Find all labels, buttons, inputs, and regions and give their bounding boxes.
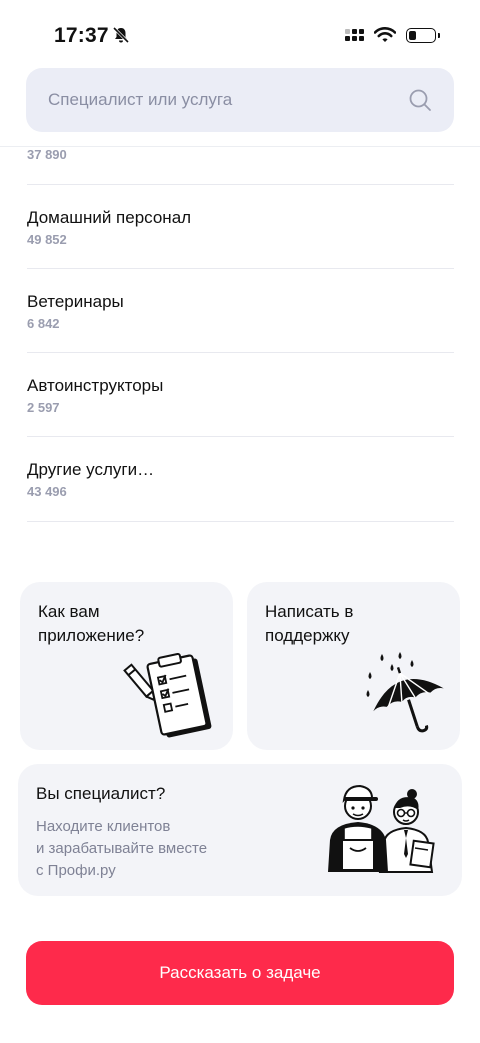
status-bar: 17:37	[0, 0, 480, 70]
support-card-title: Написать в поддержку	[265, 602, 354, 645]
category-count: 6 842	[27, 316, 60, 331]
feedback-card-title: Как вам приложение?	[38, 602, 145, 645]
specialists-illustration-icon	[328, 784, 435, 873]
support-card[interactable]: Написать в поддержку	[247, 582, 460, 750]
specialist-card-subtitle: Находите клиентов и зарабатывайте вместе…	[36, 818, 208, 879]
umbrella-illustration-icon	[366, 652, 444, 733]
describe-task-button[interactable]: Рассказать о задаче	[26, 941, 454, 1005]
category-title: Ветеринары	[27, 292, 124, 311]
category-count: 2 597	[27, 400, 60, 415]
describe-task-button-label: Рассказать о задаче	[159, 963, 321, 982]
category-count: 43 496	[27, 484, 67, 499]
clipboard-illustration-icon	[123, 652, 212, 738]
category-row-vets[interactable]: Ветеринары 6 842	[27, 269, 454, 353]
category-row-driving-instructors[interactable]: Автоинструкторы 2 597	[27, 353, 454, 437]
category-row-other-services[interactable]: Другие услуги… 43 496	[27, 437, 454, 521]
category-title: Домашний персонал	[27, 208, 192, 227]
cellular-signal-icon	[345, 29, 364, 41]
wifi-icon	[374, 27, 396, 42]
category-count-partial: 37 890	[27, 147, 67, 162]
specialist-card[interactable]: Вы специалист? Находите клиентов и зараб…	[18, 764, 462, 896]
battery-icon	[406, 27, 440, 43]
specialist-card-title: Вы специалист?	[36, 784, 166, 803]
category-row-home-staff[interactable]: Домашний персонал 49 852	[27, 185, 454, 269]
category-count: 49 852	[27, 232, 67, 247]
search-icon[interactable]	[408, 88, 432, 112]
list-divider	[27, 521, 454, 522]
header-divider	[0, 146, 480, 147]
feedback-card[interactable]: Как вам приложение?	[20, 582, 233, 750]
category-title: Другие услуги…	[27, 460, 155, 479]
bell-off-icon	[112, 26, 130, 44]
category-title: Автоинструкторы	[27, 376, 164, 395]
search-placeholder: Специалист или услуга	[48, 90, 233, 109]
search-input[interactable]: Специалист или услуга	[26, 68, 454, 132]
status-time: 17:37	[54, 24, 109, 47]
